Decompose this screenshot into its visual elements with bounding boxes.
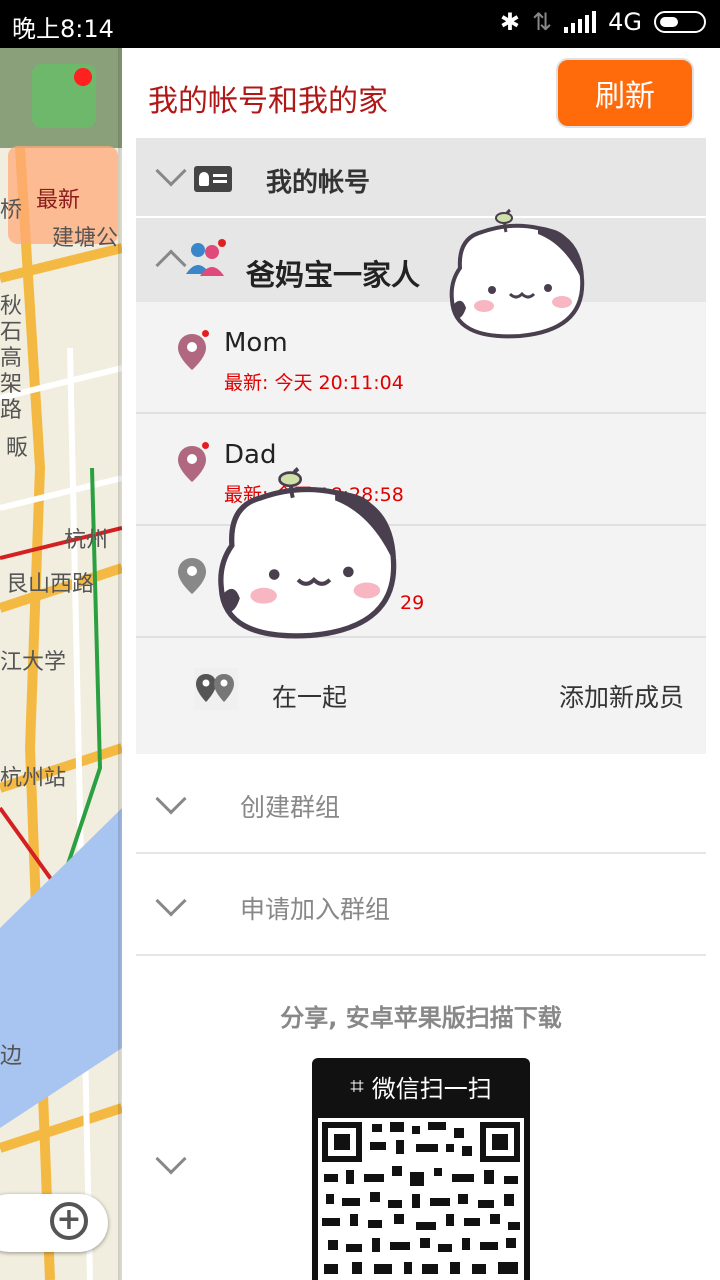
my-account-label: 我的帐号 [266, 168, 371, 198]
refresh-button[interactable]: 刷新 [556, 58, 694, 128]
zoom-control[interactable]: + [0, 1194, 108, 1252]
chevron-down-icon[interactable] [155, 1143, 187, 1175]
network-type: 4G [608, 8, 642, 36]
family-group-row[interactable]: 爸妈宝一家人 [136, 218, 706, 302]
location-pin-icon [178, 442, 209, 486]
status-time: 晚上8:14 [12, 15, 114, 43]
location-pin-icon [178, 330, 209, 374]
chevron-down-icon [155, 155, 187, 187]
scan-icon: ⌗ [350, 1072, 364, 1100]
join-group-label: 申请加入群组 [240, 895, 391, 924]
together-label[interactable]: 在一起 [272, 678, 347, 714]
page-title: 我的帐号和我的家 [148, 84, 388, 119]
latest-label: 最新 [36, 188, 81, 213]
family-name: 爸妈宝一家人 [246, 258, 421, 292]
qr-caption: 微信扫一扫 [371, 1074, 492, 1103]
together-pins-icon [194, 668, 238, 710]
status-bar: 晚上8:14 ✱ ⇅ 4G [0, 0, 720, 48]
qr-card: ⌗ 微信扫一扫 [260, 1034, 580, 1280]
map-label: 杭州站 [0, 766, 67, 791]
create-group-label: 创建群组 [240, 793, 341, 822]
online-dot [202, 442, 209, 449]
map-label: 江大学 [0, 650, 67, 675]
my-account-row[interactable]: 我的帐号 [136, 138, 706, 216]
map-label: 畈 [6, 436, 29, 461]
map-view[interactable]: 最新 桥 建塘公 秋 石 高 架 路 畈 杭州 艮山西路 江大学 杭州站 边 + [0, 48, 122, 1280]
cat-mascot-sticker [218, 467, 397, 639]
map-label: 边 [0, 1044, 23, 1069]
map-label: 建塘公 [52, 226, 119, 251]
account-drawer: 我的帐号和我的家 刷新 我的帐号 爸妈宝一家人 Mom 最新: 今天 20:11… [122, 48, 720, 1280]
member-name: Mom [224, 328, 288, 358]
add-member-button[interactable]: 添加新成员 [559, 678, 684, 714]
share-text: 分享, 安卓苹果版扫描下载 [280, 1004, 562, 1032]
bluetooth-icon: ✱ [499, 8, 521, 36]
online-dot [202, 330, 209, 337]
status-icons: ✱ ⇅ 4G [500, 8, 706, 36]
zoom-in-icon[interactable]: + [50, 1202, 88, 1240]
map-label: 桥 [0, 198, 23, 223]
member-last-seen: 最新: 今天 20:11:04 [224, 372, 404, 394]
cat-mascot-sticker [449, 208, 585, 339]
location-pin-icon [178, 558, 206, 598]
signal-icon [564, 11, 597, 33]
notification-dot [74, 68, 92, 86]
family-icon [186, 239, 226, 276]
together-row: 在一起 添加新成员 [136, 638, 706, 754]
qr-code[interactable] [312, 1114, 530, 1280]
map-label: 路 [0, 398, 23, 423]
qr-header: ⌗ 微信扫一扫 [312, 1058, 530, 1114]
member-row-mom[interactable]: Mom 最新: 今天 20:11:04 [136, 302, 706, 414]
map-label: 艮山西路 [6, 572, 95, 597]
data-arrows-icon: ⇅ [532, 8, 553, 36]
battery-icon [654, 11, 706, 33]
join-group-row[interactable]: 申请加入群组 [136, 856, 706, 956]
chevron-down-icon [155, 783, 187, 815]
chevron-up-icon [155, 249, 187, 281]
chevron-down-icon [155, 885, 187, 917]
create-group-row[interactable]: 创建群组 [136, 754, 706, 854]
family-map-button[interactable] [32, 64, 96, 128]
id-card-icon [194, 166, 232, 192]
map-label: 杭州 [64, 528, 109, 553]
